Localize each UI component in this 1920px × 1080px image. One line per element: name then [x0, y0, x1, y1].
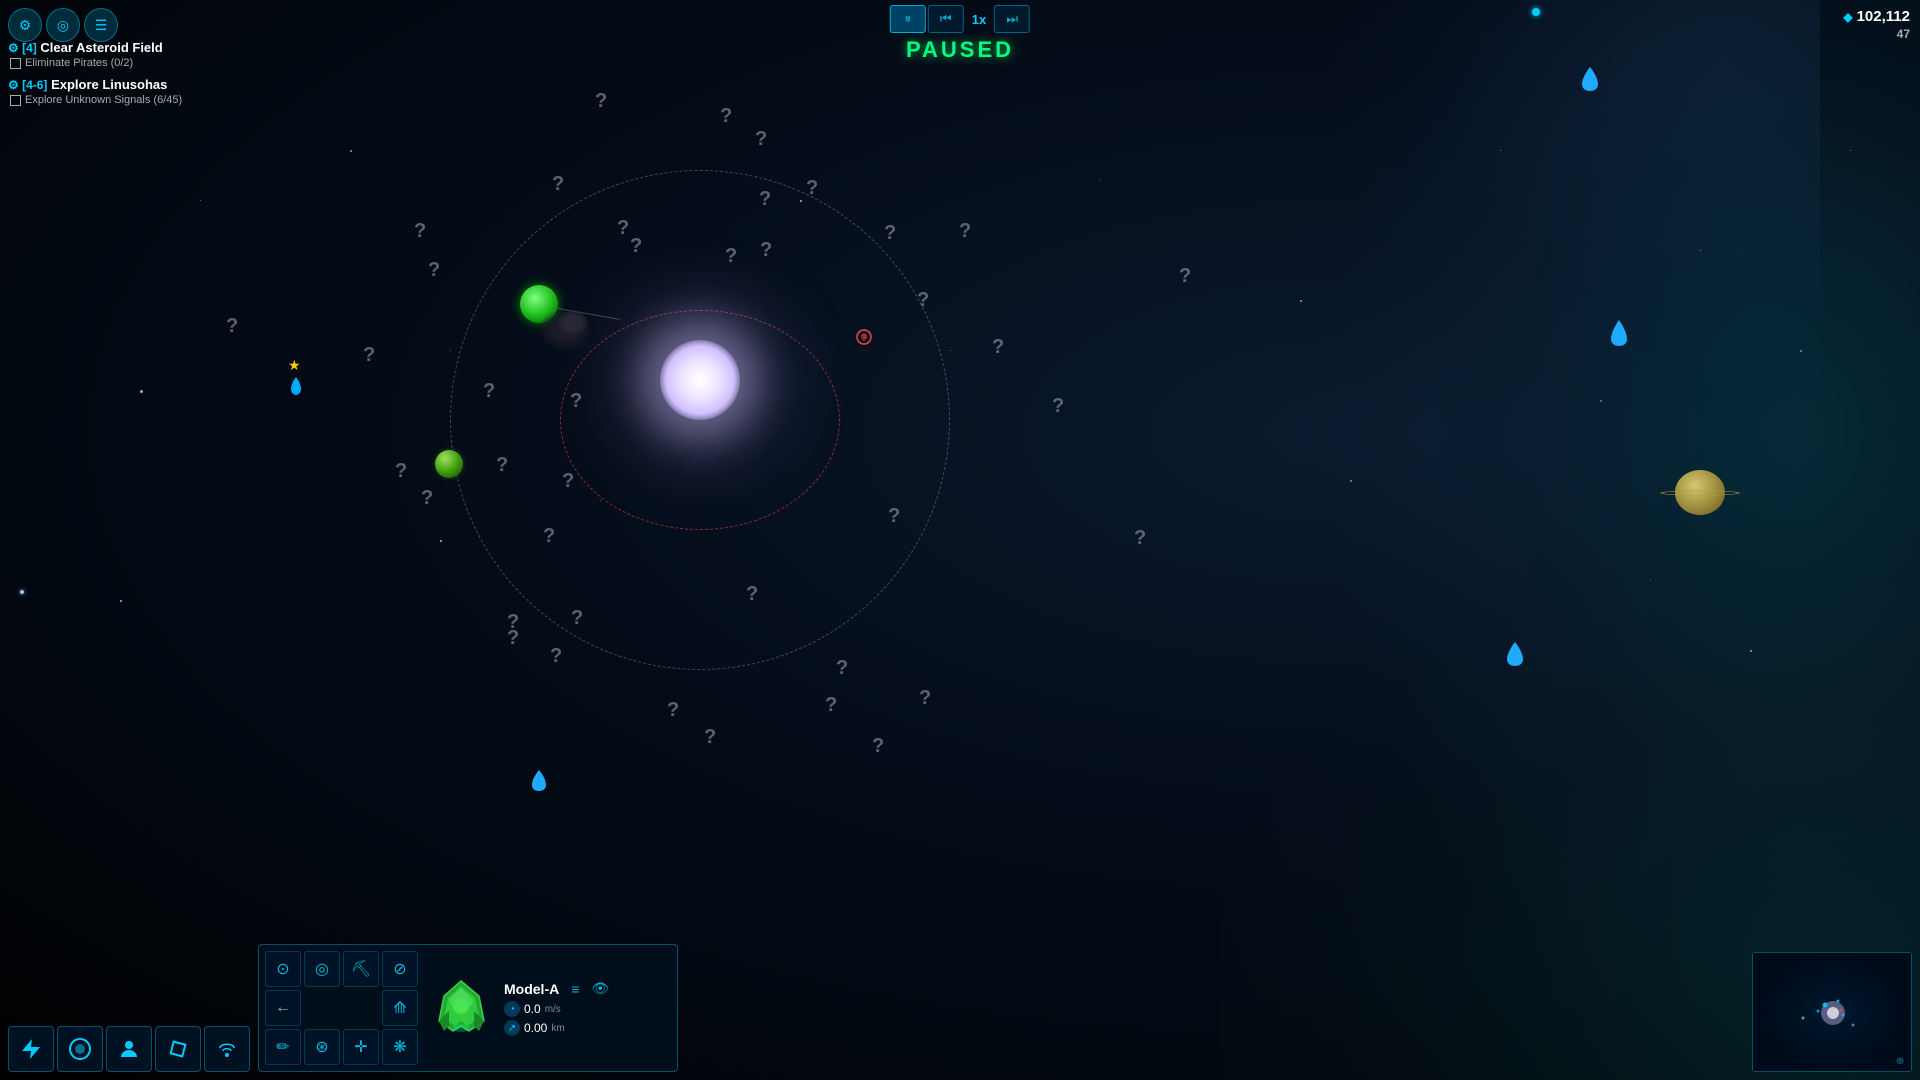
minimap[interactable]: ⊕: [1752, 952, 1912, 1072]
ship-ctrl-row-2: ← ⟰: [265, 990, 418, 1026]
build-button[interactable]: [8, 1026, 54, 1072]
special-button[interactable]: ❋: [382, 1029, 418, 1065]
currency-value: 102,112: [1857, 8, 1910, 25]
distance-value: 0.00: [524, 1021, 547, 1035]
speed-value: 0.0: [524, 1002, 541, 1016]
signals-button[interactable]: [204, 1026, 250, 1072]
ship-eye-button[interactable]: 👁: [591, 980, 609, 997]
sub-resource-value: 47: [1897, 27, 1910, 41]
ship-left-blue[interactable]: [285, 375, 307, 402]
ship-ctrl-row-1: ⊙ ◎ ⛏ ⊘: [265, 951, 418, 987]
ship-stats: ◔ 0.0 m/s ↗ 0.00 km: [504, 1001, 609, 1036]
unknown-signal: ?: [421, 487, 433, 510]
unknown-signal: ?: [872, 735, 884, 758]
unknown-signal: ?: [595, 90, 607, 113]
map-button[interactable]: ◎: [46, 8, 80, 42]
unknown-signal: ?: [552, 173, 564, 196]
unknown-signal: ?: [992, 336, 1004, 359]
asteroid: [558, 310, 588, 335]
unknown-signal: ?: [428, 259, 440, 282]
ship-info: Model-A ≡ 👁 ◔ 0.0 m/s ↗ 0.00 km: [504, 980, 609, 1036]
minimap-inner: ⊕: [1753, 953, 1911, 1071]
menu-button[interactable]: ☰: [84, 8, 118, 42]
yellow-star-marker: ★: [288, 357, 301, 374]
unknown-signal: ?: [1052, 395, 1064, 418]
unknown-signal: ?: [1134, 527, 1146, 550]
characters-button[interactable]: [106, 1026, 152, 1072]
ship-name-row: Model-A ≡ 👁: [504, 980, 609, 997]
ship-top-right[interactable]: [1580, 65, 1600, 98]
steer-button[interactable]: ⊙: [265, 951, 301, 987]
mine-button[interactable]: ⛏: [343, 951, 379, 987]
objects-button[interactable]: [155, 1026, 201, 1072]
top-center-controls: ⏸ ⏮ 1x ⏭ PAUSED: [890, 5, 1030, 63]
ship-menu-button[interactable]: ≡: [571, 981, 579, 997]
unknown-signal: ?: [507, 611, 519, 634]
svg-text:?: ?: [861, 333, 867, 344]
unknown-signal: ?: [395, 460, 407, 483]
move-button[interactable]: ✛: [343, 1029, 379, 1065]
ship-graphic: [426, 973, 496, 1043]
cancel-button[interactable]: ⊘: [382, 951, 418, 987]
unknown-signal: ?: [1179, 265, 1191, 288]
speed-icon: ◔: [504, 1001, 520, 1017]
bottom-ui: ⊙ ◎ ⛏ ⊘ ← ⟰ ✏ ⊛ ✛ ❋: [0, 944, 1920, 1080]
unknown-signal: ?: [507, 627, 519, 650]
ship-right-mid[interactable]: [1608, 318, 1630, 353]
distance-stat: ↗ 0.00 km: [504, 1020, 609, 1036]
ship-panel: ⊙ ◎ ⛏ ⊘ ← ⟰ ✏ ⊛ ✛ ❋: [258, 944, 678, 1072]
unknown-signal: ?: [414, 220, 426, 243]
orbit-button[interactable]: ⊛: [304, 1029, 340, 1065]
pause-button[interactable]: ⏸: [890, 5, 926, 33]
paused-label: PAUSED: [906, 37, 1014, 63]
distance-unit: km: [551, 1023, 564, 1034]
navigate-button[interactable]: ⟰: [382, 990, 418, 1026]
toolbar-row-1: [8, 1026, 250, 1072]
unknown-signal: ?: [825, 694, 837, 717]
speed-label: 1x: [966, 12, 992, 27]
blue-accent-dot: [1532, 8, 1540, 16]
main-toolbar: [8, 1026, 250, 1072]
unknown-signal: ?: [226, 315, 238, 338]
minimap-expand-icon[interactable]: ⊕: [1896, 1056, 1908, 1068]
settings-button[interactable]: ⚙: [8, 8, 42, 42]
playback-controls: ⏸ ⏮ 1x ⏭: [890, 5, 1030, 33]
top-right-resources: ◆ 102,112 47: [1843, 8, 1910, 41]
unknown-signal: ?: [667, 699, 679, 722]
unknown-signal: ?: [919, 687, 931, 710]
forward-button[interactable]: ⏭: [994, 5, 1030, 33]
currency-icon: ◆: [1843, 10, 1852, 24]
target-button[interactable]: ◎: [304, 951, 340, 987]
orbit-outer: [450, 170, 950, 670]
top-left-icons: ⚙ ◎ ☰: [8, 8, 118, 42]
style-button[interactable]: [57, 1026, 103, 1072]
speed-unit: m/s: [545, 1004, 561, 1015]
unknown-signal: ?: [755, 128, 767, 151]
star-center: [660, 340, 740, 420]
ship-controls: ⊙ ◎ ⛏ ⊘ ← ⟰ ✏ ⊛ ✛ ❋: [265, 951, 418, 1065]
unknown-signal: ?: [704, 726, 716, 749]
unknown-signal: ?: [884, 222, 896, 245]
planet-saturn[interactable]: [1675, 470, 1725, 515]
ship-name: Model-A: [504, 981, 559, 997]
unknown-signal: ?: [720, 105, 732, 128]
currency-row: ◆ 102,112: [1843, 8, 1910, 25]
rewind-button[interactable]: ⏮: [928, 5, 964, 33]
ship-bottom-right[interactable]: [1505, 640, 1525, 673]
space-background: ★: [0, 0, 1920, 1080]
ship-bottom-left[interactable]: [530, 768, 548, 798]
unknown-signal: ?: [959, 220, 971, 243]
unknown-signal: ?: [550, 645, 562, 668]
unknown-signal: ?: [363, 344, 375, 367]
planet-small-green[interactable]: [435, 450, 463, 478]
distance-icon: ↗: [504, 1020, 520, 1036]
sub-resource-row: 47: [1897, 27, 1910, 41]
draw-button[interactable]: ✏: [265, 1029, 301, 1065]
unknown-signal: ?: [836, 657, 848, 680]
ship-ctrl-row-3: ✏ ⊛ ✛ ❋: [265, 1029, 418, 1065]
nav-left-button[interactable]: ←: [265, 990, 301, 1026]
speed-stat: ◔ 0.0 m/s: [504, 1001, 609, 1017]
enemy-marker[interactable]: ?: [855, 328, 873, 351]
